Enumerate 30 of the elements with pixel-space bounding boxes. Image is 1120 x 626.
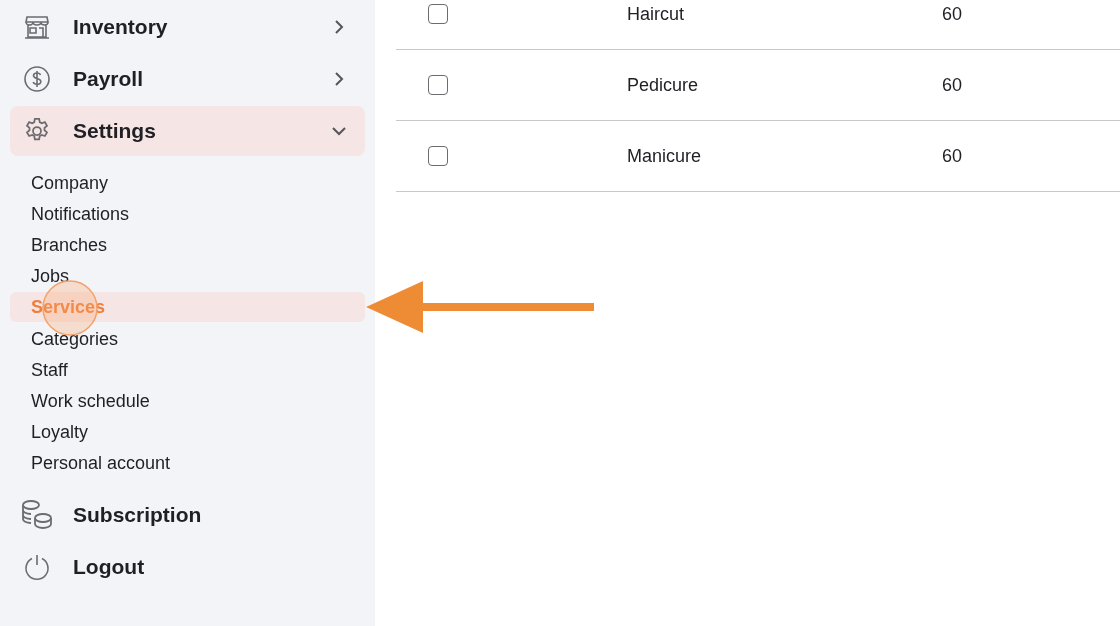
table-cell: 60 [942, 3, 963, 25]
submenu-item[interactable]: Categories [31, 323, 119, 354]
chevron-right-icon [334, 19, 344, 35]
row-checkbox[interactable] [428, 4, 448, 24]
submenu-item[interactable]: Work schedule [31, 385, 150, 416]
power-icon [23, 552, 51, 581]
sidebar-item[interactable]: Logout [10, 541, 365, 592]
sidebar-item[interactable]: Inventory [10, 2, 365, 52]
row-checkbox[interactable] [428, 146, 448, 166]
sidebar-item[interactable]: Payroll [10, 54, 365, 104]
submenu-item[interactable]: Jobs [31, 261, 70, 292]
table-cell: 60 [942, 145, 963, 167]
chevron-right-icon [334, 71, 344, 87]
submenu-item[interactable]: Company [31, 167, 109, 198]
sidebar-item[interactable]: Subscription [10, 489, 365, 540]
table-cell: 60 [942, 74, 963, 96]
submenu-item[interactable]: Loyalty [31, 417, 89, 448]
submenu-item[interactable]: Branches [31, 229, 108, 260]
submenu-item[interactable]: Personal account [31, 448, 171, 479]
submenu-item[interactable]: Notifications [31, 198, 130, 229]
dollar-icon [23, 65, 51, 93]
chevron-down-icon [331, 126, 347, 136]
table-cell: Haircut [627, 3, 684, 25]
store-icon [23, 13, 51, 41]
coins-icon [20, 498, 54, 531]
submenu-item[interactable]: Staff [31, 354, 68, 385]
row-checkbox[interactable] [428, 75, 448, 95]
sidebar-item[interactable]: Settings [10, 106, 365, 156]
table-cell: Pedicure [627, 74, 699, 96]
table-cell: Manicure [627, 145, 702, 167]
